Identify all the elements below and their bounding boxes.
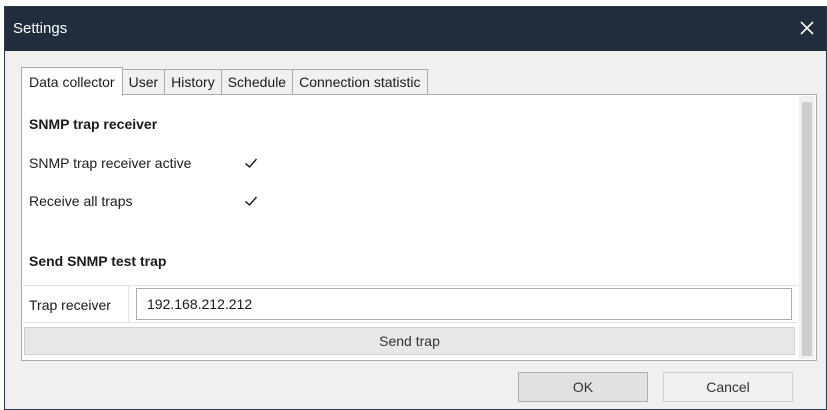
tab-connection-statistic[interactable]: Connection statistic: [293, 69, 428, 95]
scrollbar-thumb[interactable]: [802, 102, 812, 356]
snmp-trap-receiver-active-label: SNMP trap receiver active: [29, 155, 192, 171]
section-title-snmp-trap-receiver: SNMP trap receiver: [29, 116, 158, 132]
section-title-send-snmp-test-trap: Send SNMP test trap: [29, 253, 167, 269]
window-title: Settings: [13, 20, 68, 37]
trap-receiver-label: Trap receiver: [29, 297, 111, 313]
tab-schedule[interactable]: Schedule: [221, 69, 294, 95]
cancel-button[interactable]: Cancel: [663, 372, 793, 402]
title-bar: Settings: [5, 7, 826, 51]
checkmark-icon: [245, 158, 258, 169]
tab-bar: Data collector User History Schedule Con…: [21, 66, 428, 96]
tab-history[interactable]: History: [165, 69, 222, 95]
snmp-trap-receiver-active-checkbox[interactable]: [242, 154, 260, 172]
send-trap-button[interactable]: Send trap: [24, 327, 795, 355]
trap-receiver-input[interactable]: [136, 288, 792, 320]
vertical-scrollbar[interactable]: [799, 96, 815, 359]
settings-dialog: Settings Data collector User History Sch…: [4, 6, 827, 410]
ok-button[interactable]: OK: [518, 372, 648, 402]
tab-panel-data-collector: SNMP trap receiver SNMP trap receiver ac…: [21, 94, 817, 361]
tab-user[interactable]: User: [122, 69, 166, 95]
close-icon[interactable]: [796, 15, 818, 41]
checkmark-icon: [245, 196, 258, 207]
tab-data-collector[interactable]: Data collector: [21, 67, 123, 96]
receive-all-traps-checkbox[interactable]: [242, 192, 260, 210]
receive-all-traps-label: Receive all traps: [29, 193, 133, 209]
